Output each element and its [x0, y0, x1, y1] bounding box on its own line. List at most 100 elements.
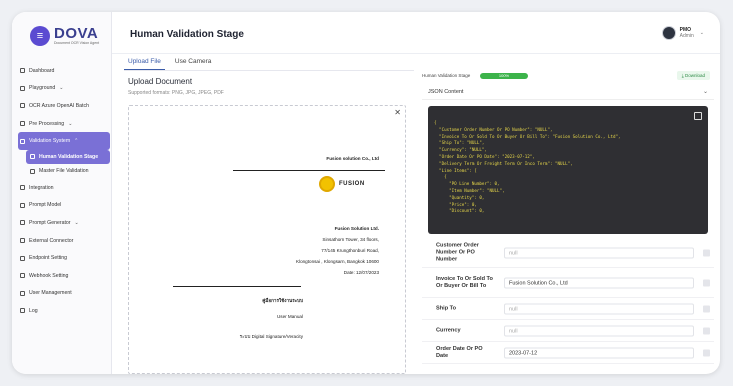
header: Human Validation Stage PMO Admin ⌄ [112, 12, 720, 54]
doc-thai-title: คู่มือการใช้งานระบบ [262, 298, 303, 303]
sidebar-item-ocr-batch[interactable]: OCR Azure OpenAI Batch [18, 97, 110, 115]
validation-fields: Customer Order Number Or PO Number null … [422, 238, 714, 364]
sidebar-item-dashboard[interactable]: Dashboard [18, 62, 110, 80]
endpoint-icon [20, 255, 25, 261]
sidebar-item-external-connector[interactable]: External Connector [18, 232, 110, 250]
doc-company-top: Fusion solution Co., Ltd [326, 156, 379, 161]
field-label: Currency [436, 327, 461, 333]
document-page: Fusion solution Co., Ltd FUSION Fusion S… [129, 106, 407, 374]
field-row: Invoice To Or Sold To Or Buyer Or Bill T… [422, 268, 714, 298]
stage-label: Human Validation Stage [422, 73, 471, 78]
field-label: Ship To [436, 305, 457, 311]
chevron-down-icon: ⌄ [74, 219, 79, 226]
copy-icon[interactable] [694, 112, 702, 120]
user-menu[interactable]: PMO Admin ⌄ [661, 26, 704, 40]
field-label: Invoice To Or Sold To Or Buyer Or Bill T… [436, 275, 493, 289]
checkbox[interactable] [703, 327, 710, 334]
upload-tabs: Upload File Use Camera [124, 56, 221, 70]
json-text: { "Customer Order Number Or PO Number": … [434, 120, 621, 214]
chevron-down-icon: ⌄ [702, 89, 708, 95]
avatar [661, 26, 676, 40]
field-input[interactable]: null [504, 325, 694, 336]
sidebar-item-integration[interactable]: Integration [18, 179, 110, 197]
field-row: Currency null [422, 320, 714, 342]
page-title: Human Validation Stage [130, 29, 244, 40]
field-row: Ship To null [422, 298, 714, 320]
field-label: Order Date Or PO Date [436, 345, 483, 359]
connector-icon [20, 238, 25, 244]
field-row: Customer Order Number Or PO Number null [422, 238, 714, 268]
playground-icon [20, 85, 25, 91]
sidebar-item-validation-system[interactable]: Validation System ⌃ [18, 132, 110, 150]
checkbox[interactable] [703, 249, 710, 256]
sidebar-item-log[interactable]: Log [18, 302, 110, 320]
logo-name: DOVA [54, 25, 99, 42]
human-validation-icon [30, 154, 35, 160]
user-icon [20, 290, 25, 296]
doc-rule [233, 170, 385, 171]
checkbox[interactable] [703, 279, 710, 286]
doc-address-3: Klongtonsai , Klongsarn, Bangkok 10600 [295, 259, 379, 264]
fusion-logo: FUSION [319, 176, 365, 192]
tab-upload-file[interactable]: Upload File [124, 56, 165, 70]
sidebar-item-playground[interactable]: Playground ⌄ [18, 80, 110, 98]
sidebar: ≡ DOVA Document OCR Vision Agent Dashboa… [12, 12, 112, 374]
sidebar-item-webhook-setting[interactable]: Webhook Setting [18, 267, 110, 285]
prompt-generator-icon [20, 220, 25, 226]
sidebar-item-prompt-model[interactable]: Prompt Model [18, 197, 110, 215]
json-code-block[interactable]: { "Customer Order Number Or PO Number": … [428, 106, 708, 234]
chevron-down-icon: ⌄ [59, 85, 64, 92]
download-button[interactable]: ⤓ Download [676, 71, 710, 80]
prompt-model-icon [20, 202, 25, 208]
user-role: Admin [679, 33, 694, 39]
doc-address-2: 77/145 Krungthonburi Road, [321, 248, 379, 253]
sidebar-item-pre-processing[interactable]: Pre Processing ⌄ [18, 115, 110, 133]
webhook-icon [20, 273, 25, 279]
logo-tagline: Document OCR Vision Agent [54, 41, 100, 45]
doc-address-1: Sinsathorn Tower, 34 floors, [322, 237, 379, 242]
preprocessing-icon [20, 121, 25, 127]
sidebar-item-prompt-generator[interactable]: Prompt Generator ⌄ [18, 214, 110, 232]
logo[interactable]: ≡ DOVA Document OCR Vision Agent [30, 26, 99, 46]
sidebar-item-master-file[interactable]: Master File Validation [18, 164, 110, 179]
stage-bar: Human Validation Stage 100% ⤓ Download [422, 70, 714, 82]
field-input[interactable]: null [504, 247, 694, 258]
validation-icon [20, 138, 25, 144]
sidebar-item-endpoint-setting[interactable]: Endpoint Setting [18, 249, 110, 267]
doc-manual: User Manual [276, 314, 303, 319]
sidebar-nav: Dashboard Playground ⌄ OCR Azure OpenAI B… [18, 62, 110, 320]
progress-badge: 100% [480, 73, 528, 79]
doc-company: Fusion Solution Ltd. [334, 226, 379, 231]
json-content-header[interactable]: JSON Content ⌄ [422, 84, 714, 100]
field-input[interactable]: 2023-07-12 [504, 347, 694, 358]
chevron-down-icon: ⌄ [699, 30, 704, 36]
app-window: ≡ DOVA Document OCR Vision Agent Dashboa… [12, 12, 720, 374]
log-icon [20, 308, 25, 314]
doc-rule [173, 286, 301, 287]
checkbox[interactable] [703, 305, 710, 312]
fusion-logo-text: FUSION [339, 181, 365, 187]
chevron-down-icon: ⌄ [68, 120, 73, 127]
sidebar-item-user-management[interactable]: User Management [18, 285, 110, 303]
batch-icon [20, 103, 25, 109]
dova-logo-icon: ≡ [30, 26, 50, 46]
integration-icon [20, 185, 25, 191]
upload-title: Upload Document [128, 77, 193, 86]
validation-panel: Human Validation Stage 100% ⤓ Download J… [422, 70, 714, 374]
checkbox[interactable] [703, 349, 710, 356]
tabs-divider [124, 70, 414, 71]
fusion-logo-icon [319, 176, 335, 192]
upload-subtitle: Supported formats: PNG, JPG, JPEG, PDF [128, 90, 224, 96]
chevron-up-icon: ⌃ [74, 138, 79, 145]
doc-system: ระบบ Digital Signature/Veracity [239, 334, 303, 339]
field-input[interactable]: null [504, 303, 694, 314]
doc-date: Date: 12/07/2023 [343, 270, 379, 275]
master-file-icon [30, 168, 35, 174]
field-row: Order Date Or PO Date 2023-07-12 [422, 342, 714, 364]
document-preview[interactable]: ✕ Fusion solution Co., Ltd FUSION Fusion… [128, 105, 406, 374]
field-input[interactable]: Fusion Solution Co., Ltd [504, 277, 694, 288]
sidebar-item-human-validation[interactable]: Human Validation Stage [26, 149, 110, 164]
tab-use-camera[interactable]: Use Camera [171, 56, 215, 70]
dashboard-icon [20, 68, 25, 74]
field-label: Customer Order Number Or PO Number [436, 242, 479, 262]
